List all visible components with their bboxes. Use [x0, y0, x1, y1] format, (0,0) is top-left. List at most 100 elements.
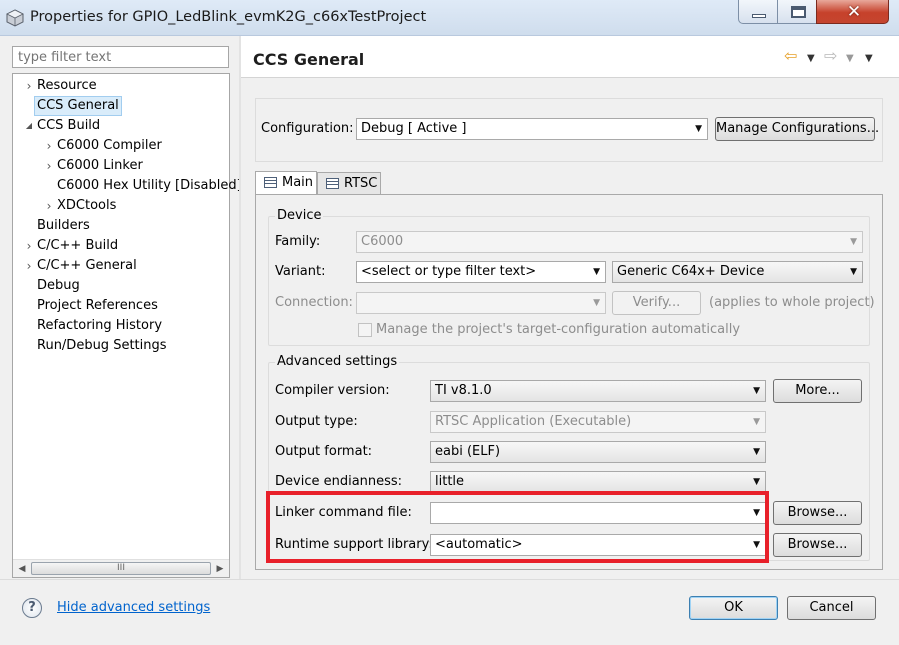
cancel-button[interactable]: Cancel	[787, 596, 876, 620]
tree-item-label: C/C++ Build	[37, 238, 119, 253]
endianness-label: Device endianness:	[275, 474, 403, 489]
output-format-label: Output format:	[275, 444, 373, 459]
endianness-value: little	[435, 474, 465, 489]
tree-item[interactable]: › C6000 Linker	[13, 156, 229, 176]
tree-item[interactable]: › C6000 Compiler	[13, 136, 229, 156]
tree-item-label: C6000 Linker	[57, 158, 143, 173]
tree-item[interactable]: › C/C++ General	[13, 256, 229, 276]
tree-item[interactable]: › Resource	[13, 76, 229, 96]
variant-filter-value: <select or type filter text>	[361, 264, 537, 279]
connection-label: Connection:	[275, 295, 353, 310]
advanced-settings-title: Advanced settings	[275, 354, 400, 369]
tree-item-label: C6000 Hex Utility [Disabled]	[57, 178, 242, 193]
manage-target-config-label: Manage the project's target-configuratio…	[376, 322, 741, 337]
tab-page-icon	[264, 177, 277, 188]
back-arrow-icon[interactable]: ⇦	[784, 48, 797, 64]
tree-list: › Resource CCS General ◢ CCS Build › C6000 Com…	[13, 74, 242, 559]
tab-page-icon	[326, 178, 339, 189]
tree-item[interactable]: CCS General	[13, 96, 229, 116]
close-icon: ✕	[846, 2, 862, 22]
tree-item[interactable]: Debug	[13, 276, 229, 296]
tree-item[interactable]: Project References	[13, 296, 229, 316]
chevron-down-icon: ▼	[695, 124, 702, 134]
compiler-version-label: Compiler version:	[275, 383, 390, 398]
output-format-select[interactable]: eabi (ELF) ▼	[430, 441, 766, 463]
page-header: CCS General ⇦ ▼ ⇨ ▼ ▼	[241, 36, 899, 78]
configuration-value: Debug [ Active ]	[361, 121, 467, 136]
tree-item[interactable]: Run/Debug Settings	[13, 336, 229, 356]
more-button[interactable]: More...	[773, 379, 862, 403]
collapsed-arrow-icon[interactable]: ›	[23, 256, 35, 276]
highlight-box	[266, 491, 769, 563]
tree-item-label: XDCtools	[57, 198, 117, 213]
tree-item-label: Debug	[37, 278, 80, 293]
tree-item-label: Builders	[37, 218, 90, 233]
manage-target-config-checkbox[interactable]	[358, 323, 372, 337]
tab-main-label: Main	[282, 175, 314, 190]
back-history-dropdown-icon[interactable]: ▼	[807, 51, 815, 67]
forward-arrow-icon[interactable]: ⇨	[824, 48, 837, 64]
variant-label: Variant:	[275, 264, 326, 279]
endianness-select[interactable]: little ▼	[430, 471, 766, 493]
variant-select[interactable]: Generic C64x+ Device ▼	[612, 261, 863, 283]
output-format-value: eabi (ELF)	[435, 444, 501, 459]
horizontal-scrollbar[interactable]: ◀ III ▶	[13, 559, 229, 577]
collapsed-arrow-icon[interactable]: ›	[23, 236, 35, 256]
tree-item[interactable]: Refactoring History	[13, 316, 229, 336]
chevron-down-icon: ▼	[850, 267, 857, 277]
ok-button[interactable]: OK	[689, 596, 778, 620]
maximize-button[interactable]	[777, 0, 817, 24]
chevron-down-icon: ▼	[753, 386, 760, 396]
close-button[interactable]: ✕	[816, 0, 889, 24]
collapsed-arrow-icon[interactable]: ›	[43, 156, 55, 176]
chevron-down-icon: ▼	[753, 447, 760, 457]
manage-configurations-button[interactable]: Manage Configurations...	[715, 117, 879, 141]
minimize-button[interactable]	[738, 0, 778, 24]
tree-item[interactable]: › XDCtools	[13, 196, 229, 216]
configuration-label: Configuration:	[261, 121, 354, 136]
view-menu-icon[interactable]: ▼	[865, 51, 873, 67]
tree-item-label: Project References	[37, 298, 158, 313]
filter-input[interactable]	[12, 46, 229, 68]
collapsed-arrow-icon[interactable]: ›	[43, 136, 55, 156]
connection-select: ▼	[356, 292, 606, 314]
output-type-label: Output type:	[275, 414, 358, 429]
tree-item-label: C/C++ General	[37, 258, 137, 273]
family-select: C6000 ▼	[356, 231, 863, 253]
scroll-thumb[interactable]: III	[31, 562, 211, 575]
title-bar: Properties for GPIO_LedBlink_evmK2G_c66x…	[0, 0, 899, 36]
tab-main[interactable]: Main	[255, 171, 317, 195]
forward-history-dropdown-icon[interactable]: ▼	[846, 51, 854, 67]
collapsed-arrow-icon[interactable]: ›	[23, 76, 35, 96]
tree-item-label: Refactoring History	[37, 318, 163, 333]
scroll-left-arrow-icon[interactable]: ◀	[16, 563, 28, 575]
expanded-arrow-icon[interactable]: ◢	[23, 116, 35, 136]
chevron-down-icon: ▼	[753, 417, 760, 427]
footer-separator	[0, 579, 899, 580]
applies-note: (applies to whole project)	[709, 295, 875, 310]
configuration-select[interactable]: Debug [ Active ] ▼	[356, 118, 708, 140]
verify-button: Verify...	[612, 291, 701, 315]
tree-item[interactable]: ◢ CCS Build	[13, 116, 229, 136]
tree-item[interactable]: Builders	[13, 216, 229, 236]
chevron-down-icon: ▼	[593, 267, 600, 277]
hide-advanced-settings-link[interactable]: Hide advanced settings	[57, 600, 210, 615]
collapsed-arrow-icon[interactable]: ›	[43, 196, 55, 216]
variant-filter-combo[interactable]: <select or type filter text> ▼	[356, 261, 606, 283]
family-value: C6000	[361, 234, 404, 249]
tree-item[interactable]: › C/C++ Build	[13, 236, 229, 256]
chevron-down-icon: ▼	[850, 237, 857, 247]
property-tree: › Resource CCS General ◢ CCS Build › C6000 Com…	[12, 73, 242, 578]
window-title: Properties for GPIO_LedBlink_evmK2G_c66x…	[30, 9, 427, 25]
tree-item-label: CCS General	[34, 96, 122, 116]
scroll-right-arrow-icon[interactable]: ▶	[214, 563, 226, 575]
compiler-version-select[interactable]: TI v8.1.0 ▼	[430, 380, 766, 402]
tree-item[interactable]: C6000 Hex Utility [Disabled]	[13, 176, 242, 196]
device-group-title: Device	[275, 208, 324, 223]
app-icon	[6, 9, 24, 27]
help-icon[interactable]: ?	[22, 598, 42, 618]
linker-browse-button[interactable]: Browse...	[773, 501, 862, 525]
tab-rtsc[interactable]: RTSC	[317, 172, 381, 195]
compiler-version-value: TI v8.1.0	[435, 383, 492, 398]
runtime-browse-button[interactable]: Browse...	[773, 533, 862, 557]
